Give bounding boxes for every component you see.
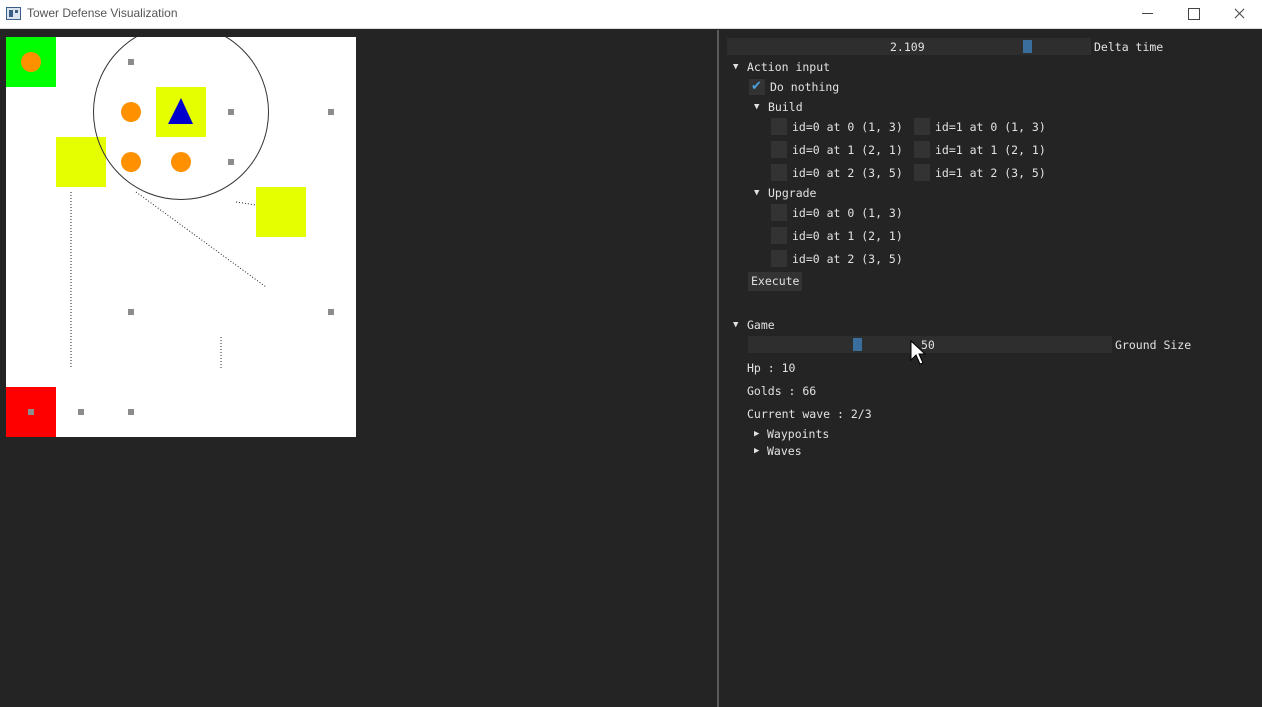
upgrade-header[interactable]: Upgrade	[768, 186, 816, 200]
collapsed-arrow-icon[interactable]: ▶	[754, 427, 759, 441]
delta-time-value: 2.109	[890, 40, 925, 54]
close-button[interactable]	[1216, 0, 1262, 29]
game-canvas[interactable]	[6, 37, 356, 437]
build-option[interactable]: id=0 at 1 (2, 1)	[792, 143, 903, 157]
ghost-trails	[70, 191, 267, 370]
app-icon	[6, 7, 21, 20]
upgrade-radio[interactable]	[771, 204, 787, 221]
window-title: Tower Defense Visualization	[27, 6, 178, 20]
ground-size-label: Ground Size	[1115, 338, 1192, 352]
golds-text: Golds : 66	[747, 384, 817, 398]
maximize-button[interactable]	[1171, 0, 1217, 29]
minimize-button[interactable]	[1125, 0, 1171, 29]
build-radio[interactable]	[914, 141, 930, 158]
current-wave-text: Current wave : 2/3	[747, 407, 872, 421]
game-header[interactable]: Game	[747, 318, 775, 332]
upgrade-radio[interactable]	[771, 227, 787, 244]
delta-time-slider[interactable]: 2.109	[727, 38, 1091, 55]
waypoints-header[interactable]: Waypoints	[767, 427, 829, 441]
collapsed-arrow-icon[interactable]: ▶	[754, 444, 759, 458]
action-input-header[interactable]: Action input	[747, 60, 830, 74]
window-titlebar: Tower Defense Visualization	[0, 0, 1262, 29]
checkmark-icon: ✔	[751, 79, 762, 94]
mouse-cursor-icon	[910, 340, 926, 365]
build-option[interactable]: id=0 at 0 (1, 3)	[792, 120, 903, 134]
ground-size-slider[interactable]: 50	[748, 336, 1112, 353]
delta-time-label: Delta time	[1094, 40, 1164, 54]
slider-grab[interactable]	[1023, 40, 1032, 53]
build-radio[interactable]	[914, 118, 930, 135]
expanded-arrow-icon[interactable]: ▼	[754, 186, 759, 200]
do-nothing-checkbox[interactable]: ✔	[749, 79, 765, 95]
build-option[interactable]: id=0 at 2 (3, 5)	[792, 166, 903, 180]
waves-header[interactable]: Waves	[767, 444, 802, 458]
build-radio[interactable]	[771, 164, 787, 181]
upgrade-option[interactable]: id=0 at 2 (3, 5)	[792, 252, 903, 266]
build-header[interactable]: Build	[768, 100, 803, 114]
build-option[interactable]: id=1 at 0 (1, 3)	[935, 120, 1046, 134]
build-radio[interactable]	[914, 164, 930, 181]
execute-button[interactable]: Execute	[748, 272, 803, 291]
expanded-arrow-icon[interactable]: ▼	[754, 100, 759, 114]
upgrade-option[interactable]: id=0 at 1 (2, 1)	[792, 229, 903, 243]
hp-text: Hp : 10	[747, 361, 796, 375]
expanded-arrow-icon[interactable]: ▼	[733, 318, 738, 332]
build-radio[interactable]	[771, 118, 787, 135]
build-option[interactable]: id=1 at 1 (2, 1)	[935, 143, 1046, 157]
slider-grab[interactable]	[853, 338, 862, 351]
build-option[interactable]: id=1 at 2 (3, 5)	[935, 166, 1046, 180]
upgrade-option[interactable]: id=0 at 0 (1, 3)	[792, 206, 903, 220]
expanded-arrow-icon[interactable]: ▼	[733, 60, 738, 74]
do-nothing-label[interactable]: Do nothing	[770, 80, 839, 94]
upgrade-radio[interactable]	[771, 250, 787, 267]
control-panel: 2.109 Delta time ▼ Action input ✔ Do not…	[719, 30, 1262, 707]
build-radio[interactable]	[771, 141, 787, 158]
